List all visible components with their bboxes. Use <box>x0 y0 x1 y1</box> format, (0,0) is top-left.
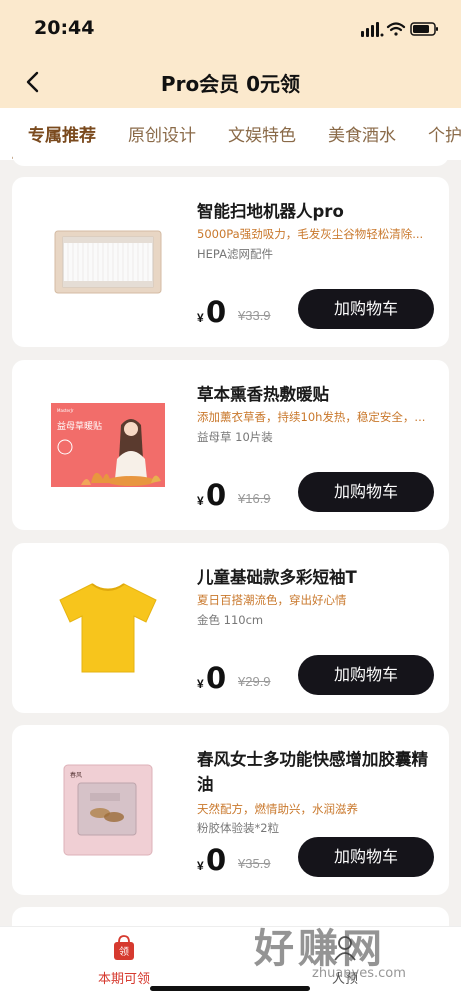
product-description: 添加薰衣草香，持续10h发热，稳定安全，... <box>197 410 426 424</box>
price: 0 <box>206 478 227 512</box>
add-to-cart-button[interactable]: 加购物车 <box>298 289 434 329</box>
signal-icon <box>361 22 384 37</box>
bottom-tab-label: 本期可领 <box>97 972 150 987</box>
yellow-tshirt-icon <box>59 583 157 673</box>
gift-bag-icon: 领 <box>114 935 134 960</box>
product-spec: 益母草 10片装 <box>197 430 273 444</box>
add-to-cart-button[interactable]: 加购物车 <box>298 655 434 695</box>
hepa-filter-icon <box>54 230 162 294</box>
user-icon <box>334 936 356 961</box>
product-description: 夏日百搭潮流色，穿出好心情 <box>197 593 347 607</box>
svg-text:春风: 春风 <box>70 771 82 779</box>
tab-original-design[interactable]: 原创设计 <box>128 121 196 146</box>
product-card[interactable]: 智能扫地机器人pro 5000Pa强劲吸力，毛发灰尘谷物轻松清除... HEPA… <box>12 177 449 347</box>
warmer-patch-label: 益母草暖贴 <box>57 420 102 432</box>
status-bar: 20:44 <box>0 0 461 58</box>
currency-symbol: ¥ <box>197 311 204 325</box>
product-card[interactable]: 春风 春风女士多功能快感增加胶囊精油 天然配方，燃情助兴，水润滋养 粉胶体验装*… <box>12 725 449 895</box>
product-image-capsule-pack: 春风 <box>32 745 184 875</box>
wifi-icon <box>386 22 406 36</box>
original-price: ¥35.9 <box>238 856 271 871</box>
product-card[interactable]: MasterJr 益母草暖贴 草本熏香热敷暖贴 添加薰衣草香，持续10h发热，稳… <box>12 360 449 530</box>
svg-text:领: 领 <box>119 945 129 958</box>
price: 0 <box>206 661 227 695</box>
add-to-cart-button[interactable]: 加购物车 <box>298 837 434 877</box>
bottom-tab-user[interactable]: 人预 <box>300 935 390 987</box>
price: 0 <box>206 295 227 329</box>
tab-personal-care[interactable]: 个护 <box>428 121 461 146</box>
currency-symbol: ¥ <box>197 859 204 873</box>
nav-bar: Pro会员 0元领 <box>0 58 461 106</box>
product-spec: 粉胶体验装*2粒 <box>197 821 280 835</box>
status-icons <box>361 22 438 37</box>
product-spec: HEPA滤网配件 <box>197 247 273 261</box>
product-card[interactable]: 儿童基础款多彩短袖T 夏日百搭潮流色，穿出好心情 金色 110cm ¥ 0 ¥2… <box>12 543 449 713</box>
tab-food-drinks[interactable]: 美食酒水 <box>328 121 396 146</box>
product-title: 春风女士多功能快感增加胶囊精油 <box>197 750 428 794</box>
bottom-tab-this-period[interactable]: 领 本期可领 <box>79 935 169 987</box>
tab-exclusive-recommend[interactable]: 专属推荐 <box>28 121 96 146</box>
currency-symbol: ¥ <box>197 677 204 691</box>
product-title: 儿童基础款多彩短袖T <box>197 568 357 587</box>
product-title: 草本熏香热敷暖贴 <box>197 385 329 404</box>
product-description: 5000Pa强劲吸力，毛发灰尘谷物轻松清除... <box>197 227 424 241</box>
product-title: 智能扫地机器人pro <box>197 202 344 221</box>
battery-icon <box>410 22 438 36</box>
home-indicator <box>150 986 310 991</box>
product-image-warmer-patch: MasterJr 益母草暖贴 <box>32 380 184 510</box>
svg-text:MasterJr: MasterJr <box>57 408 74 413</box>
original-price: ¥33.9 <box>238 308 271 323</box>
original-price: ¥29.9 <box>238 674 271 689</box>
previous-card-edge <box>12 153 449 166</box>
page-title: Pro会员 0元领 <box>160 72 301 96</box>
currency-symbol: ¥ <box>197 494 204 508</box>
add-to-cart-button[interactable]: 加购物车 <box>298 472 434 512</box>
bottom-tab-label: 人预 <box>331 972 358 987</box>
status-time: 20:44 <box>34 17 95 39</box>
product-image-hepa-filter <box>32 197 184 327</box>
original-price: ¥16.9 <box>238 491 271 506</box>
product-image-yellow-tshirt <box>32 563 184 693</box>
capsule-pack-icon: 春风 <box>63 764 153 856</box>
warmer-patch-pack-icon: MasterJr 益母草暖贴 <box>51 403 165 487</box>
tab-entertainment[interactable]: 文娱特色 <box>228 121 296 146</box>
product-description: 天然配方，燃情助兴，水润滋养 <box>197 802 358 816</box>
price: 0 <box>206 843 227 877</box>
product-spec: 金色 110cm <box>197 613 264 627</box>
